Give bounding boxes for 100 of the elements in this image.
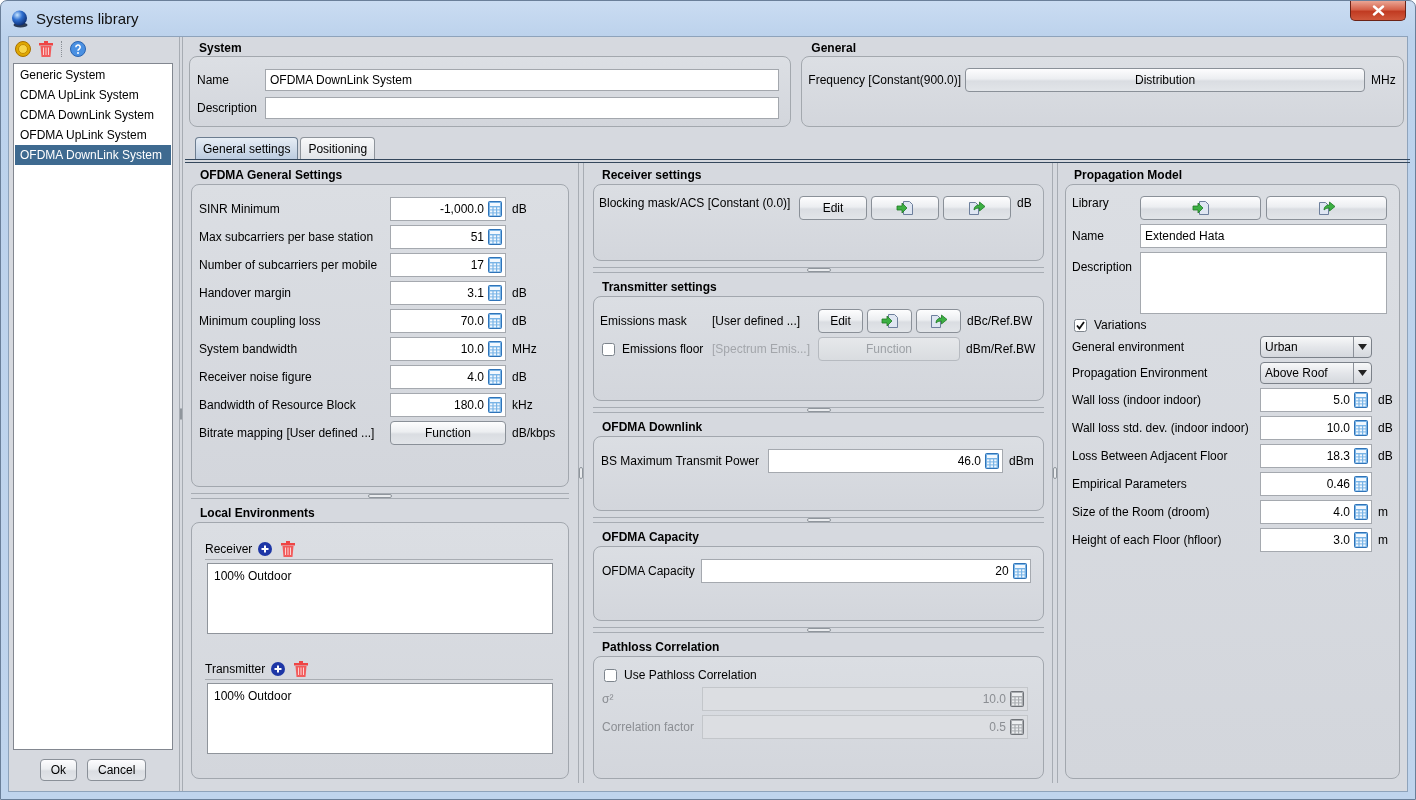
text-area[interactable] [1140,252,1387,314]
calculator-icon[interactable] [1354,504,1368,520]
help-icon[interactable] [70,40,86,57]
plus-circle-icon[interactable] [258,541,273,556]
field-label: Minimum coupling loss [199,314,322,328]
list-item[interactable]: 100% Outdoor [214,688,546,704]
unit-label: dB/kbps [512,426,556,440]
calculator-icon[interactable] [488,285,502,301]
calculator-icon[interactable] [1354,420,1368,436]
unit-label: dB [1017,196,1032,210]
number-field[interactable]: 10.0 [1260,416,1372,440]
calculator-icon[interactable] [488,201,502,217]
trash-icon[interactable] [39,40,53,57]
number-field[interactable]: -1,000.0 [390,197,506,221]
dropdown[interactable]: Above Roof [1260,362,1372,384]
field-label: Blocking mask/ACS [Constant (0.0)] [599,196,792,210]
list-item[interactable]: OFDMA UpLink System [15,125,171,145]
calculator-icon[interactable] [488,229,502,245]
splitter-handle[interactable] [579,467,583,479]
list-item[interactable]: CDMA DownLink System [15,105,171,125]
plus-circle-icon[interactable] [271,661,286,676]
list-item[interactable]: OFDMA DownLink System [15,145,171,165]
dialog-button[interactable]: Ok [39,759,77,781]
number-field[interactable]: 0.46 [1260,472,1372,496]
field-label: Wall loss (indoor indoor) [1072,393,1202,407]
number-field[interactable]: 51 [390,225,506,249]
text-field[interactable]: Extended Hata [1140,224,1387,248]
splitter-handle[interactable] [806,408,831,412]
calculator-icon[interactable] [1012,563,1027,579]
list-item[interactable]: CDMA UpLink System [15,85,171,105]
splitter-handle[interactable] [180,408,182,420]
text-field[interactable] [265,97,779,119]
number-field[interactable]: 20 [700,559,1031,583]
number-field[interactable]: 3.1 [390,281,506,305]
import-button[interactable] [867,309,912,333]
unit-label: dB [1378,393,1393,407]
distribution-button[interactable]: Distribution [965,68,1365,92]
edit-button[interactable]: Edit [799,196,867,220]
calculator-icon[interactable] [488,341,502,357]
unit-label: dB [512,370,527,384]
section-title: Propagation Model [1073,167,1183,184]
function-button[interactable]: Function [390,421,506,445]
trash-icon[interactable] [294,660,309,677]
calculator-icon[interactable] [1354,448,1368,464]
splitter-handle[interactable] [806,268,831,272]
edit-button[interactable]: Edit [818,309,863,333]
export-button[interactable] [1266,196,1387,220]
calculator-icon[interactable] [488,313,502,329]
checkbox-label: Emissions floor [622,342,704,356]
list-label: Receiver [205,541,253,556]
number-field[interactable]: 4.0 [390,365,506,389]
field-label: Empirical Parameters [1072,477,1188,491]
number-field[interactable]: 4.0 [1260,500,1372,524]
list-item[interactable]: 100% Outdoor [214,568,546,584]
close-button[interactable] [1350,1,1406,21]
list-label: Transmitter [205,661,266,676]
calculator-icon[interactable] [985,453,999,469]
arrow-into-document-icon [880,313,899,329]
export-button[interactable] [943,196,1011,220]
number-field[interactable]: 3.0 [1260,528,1372,552]
field-label: OFDMA Capacity [602,564,695,578]
number-field[interactable]: 5.0 [1260,388,1372,412]
splitter-handle[interactable] [368,494,392,498]
number-field[interactable]: 18.3 [1260,444,1372,468]
calculator-icon[interactable] [1354,392,1368,408]
splitter-handle[interactable] [1053,467,1057,479]
calculator-icon[interactable] [488,369,502,385]
unit-label: m [1378,533,1388,547]
calculator-icon[interactable] [1354,532,1368,548]
calculator-icon[interactable] [488,397,502,413]
tab[interactable]: Positioning [300,137,376,159]
number-field[interactable]: 180.0 [390,393,506,417]
trash-icon[interactable] [281,540,296,557]
unit-label: dB [1378,421,1393,435]
calculator-icon[interactable] [1354,476,1368,492]
list-item[interactable]: Generic System [15,65,171,85]
checkbox[interactable] [602,342,615,356]
number-field[interactable]: 46.0 [768,449,1003,473]
export-button[interactable] [916,309,961,333]
splitter-handle[interactable] [806,628,831,632]
import-button[interactable] [1140,196,1261,220]
section-title: OFDMA Downlink [601,419,704,436]
field-label: Propagation Environment [1072,366,1209,380]
number-field[interactable]: 17 [390,253,506,277]
tab[interactable]: General settings [195,137,299,159]
number-field[interactable]: 70.0 [390,309,506,333]
field-label: Description [1072,259,1134,274]
dialog-button[interactable]: Cancel [87,759,147,781]
section-title: OFDMA Capacity [601,529,700,546]
coin-icon[interactable] [15,40,31,57]
sphere-icon [11,9,29,28]
splitter-handle[interactable] [806,518,831,522]
unit-label: kHz [512,398,533,412]
number-field[interactable]: 10.0 [390,337,506,361]
dropdown[interactable]: Urban [1260,336,1372,358]
text-field[interactable]: OFDMA DownLink System [265,69,779,91]
import-button[interactable] [871,196,939,220]
calculator-icon[interactable] [488,257,502,273]
checkbox[interactable] [604,668,617,682]
checkbox[interactable] [1074,318,1087,332]
